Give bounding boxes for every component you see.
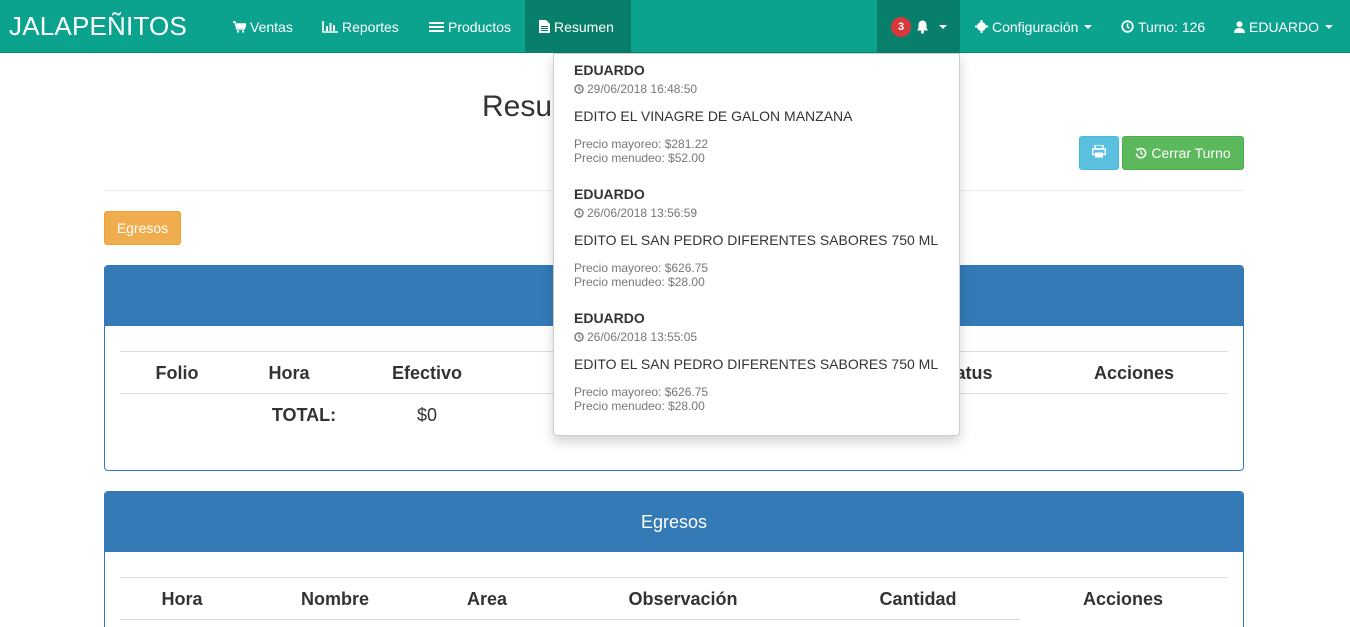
notification-time: 29/06/2018 16:48:50 <box>574 82 954 96</box>
close-shift-label: Cerrar Turno <box>1151 145 1231 161</box>
nav-productos-label: Productos <box>448 18 512 35</box>
notification-price-menudeo: Precio menudeo: $28.00 <box>574 399 705 413</box>
clock-icon <box>574 208 584 218</box>
file-icon <box>539 20 550 33</box>
notification-badge: 3 <box>891 16 911 37</box>
notification-action: EDITO EL SAN PEDRO DIFERENTES SABORES 75… <box>574 356 939 372</box>
col-nombre: Nombre <box>300 589 370 609</box>
nav-turno-label: Turno: 126 <box>1138 18 1206 35</box>
notifications-dropdown: EDUARDO 29/06/2018 16:48:50 EDITO EL VIN… <box>553 53 960 436</box>
chevron-down-icon <box>1325 24 1334 29</box>
nav-reportes[interactable]: Reportes <box>322 0 399 53</box>
col-observacion: Observación <box>628 589 738 609</box>
nav-configuracion[interactable]: Configuración <box>975 0 1093 53</box>
col-acciones: Acciones <box>1093 363 1175 383</box>
total-value: $0 <box>416 405 438 425</box>
nav-configuracion-label: Configuración <box>992 18 1079 35</box>
notification-user: EDUARDO <box>574 186 645 202</box>
bar-chart-icon <box>322 20 338 33</box>
notification-price-menudeo: Precio menudeo: $52.00 <box>574 151 705 165</box>
chevron-down-icon <box>1084 24 1093 29</box>
close-shift-button[interactable]: Cerrar Turno <box>1122 136 1244 170</box>
clock-icon <box>1121 20 1134 33</box>
nav-user-label: EDUARDO <box>1249 18 1320 35</box>
notification-price-mayoreo: Precio mayoreo: $626.75 <box>574 261 709 275</box>
nav-resumen[interactable]: Resumen <box>525 0 631 53</box>
notification-user: EDUARDO <box>574 62 645 78</box>
col-cantidad: Cantidad <box>879 589 957 609</box>
nav-productos[interactable]: Productos <box>429 0 511 53</box>
nav-resumen-label: Resumen <box>554 18 614 35</box>
list-icon <box>429 21 444 33</box>
table-top-border <box>120 577 1228 578</box>
table-header-border <box>120 619 1020 620</box>
notification-price-mayoreo: Precio mayoreo: $626.75 <box>574 385 709 399</box>
notification-price-mayoreo: Precio mayoreo: $281.22 <box>574 137 709 151</box>
col-hora: Hora <box>161 589 203 609</box>
notification-action: EDITO EL SAN PEDRO DIFERENTES SABORES 75… <box>574 232 939 248</box>
col-area: Area <box>466 589 508 609</box>
brand-logo[interactable]: JALAPEÑITOS <box>9 11 187 42</box>
nav-reportes-label: Reportes <box>342 18 399 35</box>
nav-ventas-label: Ventas <box>250 18 293 35</box>
notifications-toggle[interactable]: 3 <box>877 0 960 53</box>
nav-turno[interactable]: Turno: 126 <box>1121 0 1205 53</box>
egresos-panel: Egresos Hora Nombre Area Observación Can… <box>104 491 1244 627</box>
nav-ventas[interactable]: Ventas <box>233 0 293 53</box>
notification-item[interactable]: EDUARDO 26/06/2018 13:56:59 EDITO EL SAN… <box>574 186 954 289</box>
total-label: TOTAL: <box>271 405 337 425</box>
cart-icon <box>233 20 246 33</box>
egresos-panel-header: Egresos <box>105 492 1243 552</box>
clock-icon <box>574 84 584 94</box>
col-folio: Folio <box>155 363 199 383</box>
user-icon <box>1234 20 1245 33</box>
notification-price-menudeo: Precio menudeo: $28.00 <box>574 275 705 289</box>
print-icon <box>1091 144 1107 161</box>
navbar: JALAPEÑITOS Ventas Reportes Productos Re… <box>0 0 1350 53</box>
history-icon <box>1135 147 1147 159</box>
clock-icon <box>574 332 584 342</box>
col-efectivo: Efectivo <box>391 363 463 383</box>
notification-item[interactable]: EDUARDO 29/06/2018 16:48:50 EDITO EL VIN… <box>574 62 954 165</box>
col-hora: Hora <box>268 363 310 383</box>
notification-item[interactable]: EDUARDO 26/06/2018 13:55:05 EDITO EL SAN… <box>574 310 954 413</box>
egresos-button[interactable]: Egresos <box>104 211 181 245</box>
gear-icon <box>975 20 988 33</box>
nav-user[interactable]: EDUARDO <box>1234 0 1334 53</box>
notification-user: EDUARDO <box>574 310 645 326</box>
print-button[interactable] <box>1079 136 1119 170</box>
notification-action: EDITO EL VINAGRE DE GALON MANZANA <box>574 108 853 124</box>
notification-time: 26/06/2018 13:55:05 <box>574 330 954 344</box>
col-acciones: Acciones <box>1082 589 1164 609</box>
bell-icon <box>916 20 929 34</box>
notification-time: 26/06/2018 13:56:59 <box>574 206 954 220</box>
chevron-down-icon <box>939 24 947 29</box>
